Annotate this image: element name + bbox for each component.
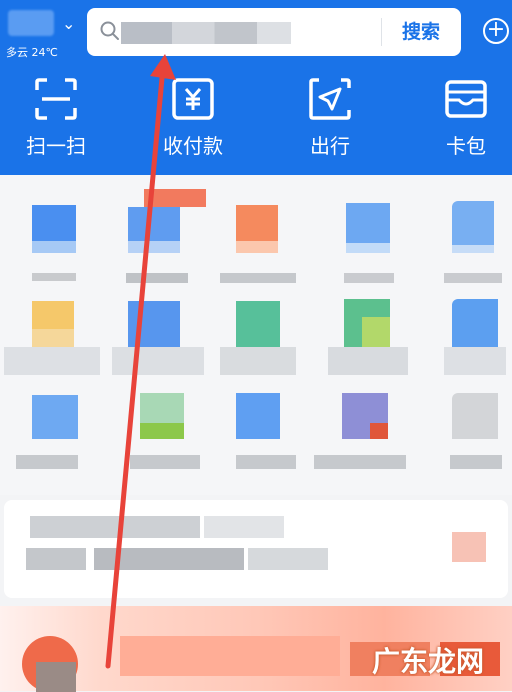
app-grid-item[interactable] [440,195,512,285]
app-grid-item[interactable] [112,297,204,387]
app-grid-item[interactable] [220,387,300,477]
search-bar[interactable]: 搜索 [87,8,461,56]
app-grid-item[interactable] [4,297,100,387]
chevron-down-icon: ⌄ [62,14,76,33]
quick-action-label: 扫一扫 [26,134,86,158]
app-grid-item[interactable] [220,195,300,285]
search-button[interactable]: 搜索 [389,18,453,46]
top-header: ⌄ 多云 24℃ 搜索 + 扫一扫 收付款 出行 卡包 [0,0,512,175]
search-placeholder-blurred [121,22,291,44]
app-grid-item[interactable] [220,297,300,387]
quick-action-travel[interactable]: 出行 [280,72,380,168]
quick-action-cards[interactable]: 卡包 [416,72,512,168]
app-grid-item[interactable] [120,387,200,477]
app-grid-item[interactable] [440,387,512,477]
search-divider [381,18,382,46]
search-icon [100,21,119,40]
app-grid [0,175,512,495]
content-card[interactable] [4,500,508,598]
app-grid-item[interactable] [328,297,410,387]
watermark-text: 广东龙网 [372,645,485,678]
quick-action-label: 出行 [310,134,350,158]
wallet-icon [445,80,487,118]
app-grid-item[interactable] [314,387,410,477]
app-grid-item[interactable] [440,297,512,387]
quick-action-label: 收付款 [163,134,223,158]
quick-action-scan[interactable]: 扫一扫 [6,72,106,168]
add-plus-icon[interactable]: + [483,18,509,44]
app-grid-item[interactable] [16,195,96,285]
location-weather-widget[interactable]: ⌄ 多云 24℃ [6,6,80,59]
quick-action-label: 卡包 [446,134,486,158]
app-grid-item[interactable] [16,387,96,477]
quick-action-pay[interactable]: 收付款 [143,72,243,168]
navigation-arrow-icon [309,78,351,120]
weather-text: 多云 24℃ [6,46,58,59]
app-grid-item[interactable] [330,195,410,285]
city-name-blurred [8,10,54,36]
yuan-payment-icon [172,78,214,120]
scan-icon [35,78,77,120]
app-grid-item[interactable] [120,189,206,285]
